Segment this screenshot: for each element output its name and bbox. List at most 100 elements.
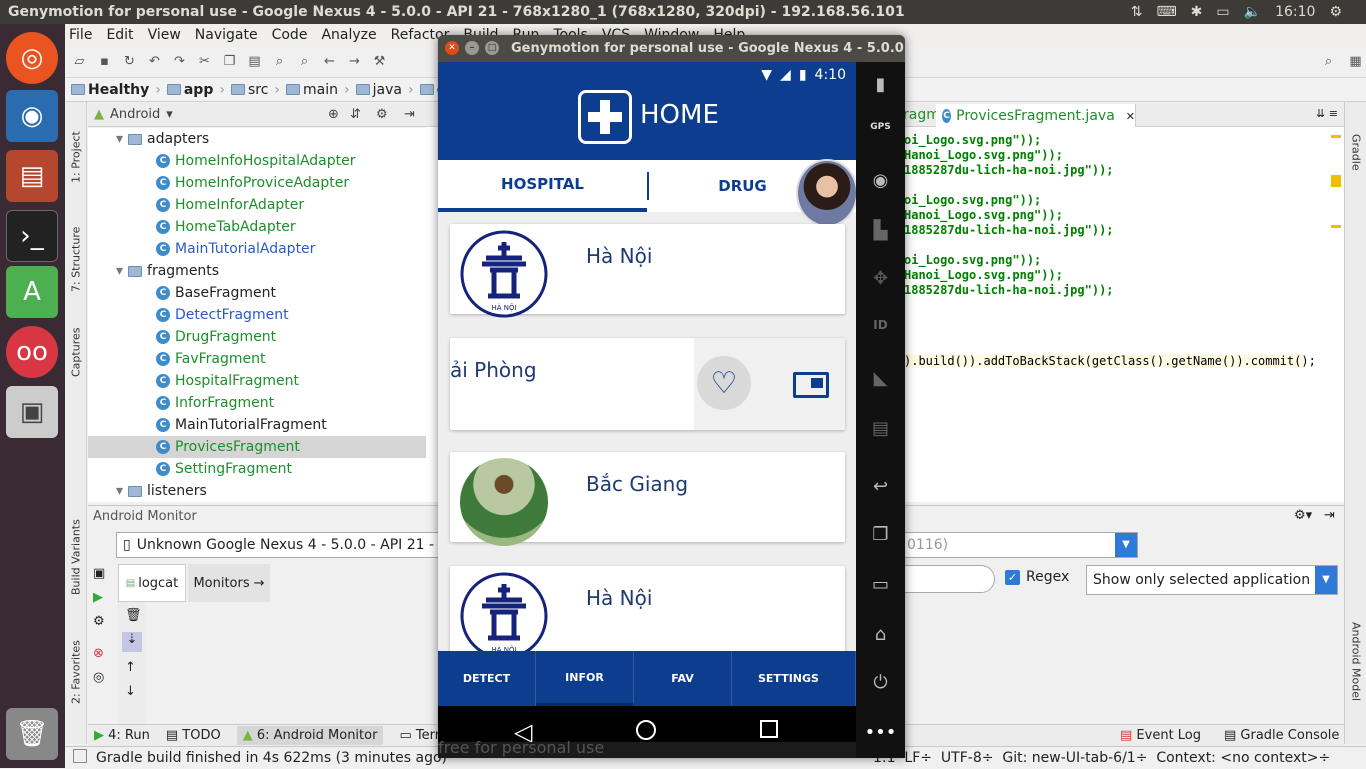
replace-icon[interactable]: ⌕ <box>296 53 313 70</box>
project-view-select[interactable]: Android <box>110 107 160 122</box>
home-circle-icon[interactable] <box>636 720 656 740</box>
breadcrumb-item[interactable]: java <box>355 82 402 98</box>
webcam-icon[interactable]: ◉ <box>856 170 905 191</box>
close-icon[interactable]: ✕ <box>1126 110 1135 123</box>
breadcrumb-item[interactable]: src <box>230 82 268 98</box>
breadcrumb-item[interactable]: Healthy <box>71 82 149 98</box>
network-icon[interactable]: ⇅ <box>1131 0 1143 24</box>
tab-gradle-console[interactable]: ▤ Gradle Console <box>1224 728 1339 743</box>
tree-row[interactable]: C HospitalFragment <box>88 370 426 392</box>
province-card[interactable]: Bắc Giang <box>450 452 845 546</box>
toggle-tool-windows-icon[interactable] <box>73 749 87 763</box>
chevron-down-icon[interactable]: ▼ <box>1115 533 1137 557</box>
menu-item[interactable]: View <box>148 24 181 46</box>
split-icon[interactable]: ⇊ ≡ <box>1316 107 1338 120</box>
warning-marker[interactable] <box>1331 225 1341 228</box>
nav-fav[interactable]: FAV <box>634 651 732 706</box>
terminal-icon[interactable]: ›_ <box>6 210 58 262</box>
back-icon[interactable]: ↩ <box>856 476 905 497</box>
tab-structure[interactable]: 7: Structure <box>65 217 87 302</box>
back-icon[interactable]: ← <box>321 53 338 70</box>
minimize-icon[interactable]: – <box>465 41 479 55</box>
tree-row[interactable]: C HomeInfoProviceAdapter <box>88 172 426 194</box>
save-icon[interactable]: ▪ <box>96 53 113 70</box>
layout-inspector-icon[interactable]: ◎ <box>93 670 104 685</box>
battery-icon[interactable]: ▭ <box>1216 0 1229 24</box>
tree-row[interactable]: C ProvicesFragment <box>88 436 426 458</box>
nav-settings[interactable]: SETTINGS <box>732 651 856 706</box>
status-info[interactable]: 1:1 LF÷ UTF-8÷ Git: new-UI-tab-6/1÷ Cont… <box>873 747 1330 769</box>
tree-row[interactable]: C BaseFragment <box>88 282 426 304</box>
regex-checkbox[interactable]: ✓ <box>1005 570 1020 585</box>
layout-icon[interactable]: ▦ <box>1347 53 1364 70</box>
power-icon[interactable]: ⚙ <box>1329 0 1342 24</box>
gps-icon[interactable]: GPS <box>856 122 905 132</box>
tab-monitors[interactable]: Monitors → <box>188 564 270 602</box>
more-icon[interactable]: ••• <box>856 722 905 743</box>
find-icon[interactable]: ⌕ <box>271 53 288 70</box>
cut-icon[interactable]: ✂ <box>196 53 213 70</box>
trash-icon[interactable]: 🗑 <box>6 708 58 760</box>
gear-icon[interactable]: ⚙ <box>376 107 388 122</box>
tab-gradle[interactable]: Gradle <box>1345 122 1366 182</box>
tab-todo[interactable]: ▤ TODO <box>166 728 221 743</box>
collapse-icon[interactable]: ⇵ <box>350 107 361 122</box>
tab-project[interactable]: 1: Project <box>65 122 87 192</box>
clapper-icon[interactable]: ▙ <box>856 220 905 241</box>
build-icon[interactable]: ⚒ <box>371 53 388 70</box>
chevron-down-icon[interactable]: ▾ <box>166 107 173 122</box>
menu-item[interactable]: Analyze <box>321 24 376 46</box>
tree-row[interactable]: C DetectFragment <box>88 304 426 326</box>
province-card[interactable]: HÀ NỘI Hà Nội <box>450 224 845 318</box>
heart-icon[interactable]: ♡ <box>697 356 751 410</box>
warning-marker[interactable] <box>1331 175 1341 187</box>
tab-android-monitor[interactable]: ▲ 6: Android Monitor <box>236 726 384 745</box>
open-icon[interactable]: ▱ <box>71 53 88 70</box>
breadcrumb-item[interactable]: main <box>286 82 338 98</box>
province-card-swiped[interactable]: ải Phòng ♡ <box>450 338 845 430</box>
tree-row[interactable]: C MainTutorialFragment <box>88 414 426 436</box>
tree-row[interactable]: ▾ fragments <box>88 260 426 282</box>
tree-row[interactable]: C MainTutorialAdapter <box>88 238 426 260</box>
move-icon[interactable]: ✥ <box>856 268 905 289</box>
sync-icon[interactable]: ↻ <box>121 53 138 70</box>
avatar[interactable] <box>796 159 856 227</box>
menu-item[interactable]: File <box>69 24 92 46</box>
camera-icon[interactable]: ▣ <box>93 566 105 581</box>
wrap-icon[interactable]: ⇣ <box>122 632 142 652</box>
nav-detect[interactable]: DETECT <box>438 651 536 706</box>
expand-arrow-icon[interactable]: ▾ <box>116 131 123 147</box>
volume-icon[interactable]: 🔈 <box>1244 0 1261 24</box>
nav-infor[interactable]: INFOR <box>536 651 634 706</box>
keyboard-icon[interactable]: ⌨ <box>1156 0 1176 24</box>
chromium-icon[interactable]: ◉ <box>6 90 58 142</box>
stop-icon[interactable]: ⊗ <box>93 646 104 661</box>
expand-arrow-icon[interactable]: ▾ <box>116 263 123 279</box>
close-icon[interactable]: ✕ <box>445 41 459 55</box>
tab-run[interactable]: ▶ 4: Run <box>94 728 150 743</box>
tab-hospital[interactable]: HOSPITAL <box>438 160 647 212</box>
redo-icon[interactable]: ↷ <box>171 53 188 70</box>
file-manager-icon[interactable]: ▤ <box>6 150 58 202</box>
target-icon[interactable]: ⊕ <box>328 107 339 122</box>
paste-icon[interactable]: ▤ <box>246 53 263 70</box>
chevron-down-icon[interactable]: ▼ <box>1315 566 1337 594</box>
tab-captures[interactable]: Captures <box>65 322 87 382</box>
sms-icon[interactable]: ▤ <box>856 418 905 439</box>
breadcrumb-item[interactable]: app <box>166 82 213 98</box>
virtualbox-icon[interactable]: ▣ <box>6 386 58 438</box>
hide-icon[interactable]: ⇥ <box>404 107 415 122</box>
maximize-icon[interactable]: □ <box>485 41 499 55</box>
tree-row[interactable]: C FavFragment <box>88 348 426 370</box>
detail-icon[interactable] <box>793 372 829 398</box>
record-icon[interactable]: ▶ <box>93 590 103 605</box>
home-icon[interactable]: ⌂ <box>856 624 905 645</box>
tab-event-log[interactable]: ▤ Event Log <box>1120 728 1201 743</box>
menu-icon[interactable]: ▭ <box>856 574 905 595</box>
bluetooth-icon[interactable]: ✱ <box>1191 0 1203 24</box>
tree-row[interactable]: C HomeInfoHospitalAdapter <box>88 150 426 172</box>
tree-row[interactable]: C DrugFragment <box>88 326 426 348</box>
tab-favorites[interactable]: 2: Favorites <box>65 632 87 712</box>
province-card[interactable]: HÀ NỘI Hà Nội <box>450 566 845 660</box>
up-icon[interactable]: ↑ <box>125 660 136 675</box>
